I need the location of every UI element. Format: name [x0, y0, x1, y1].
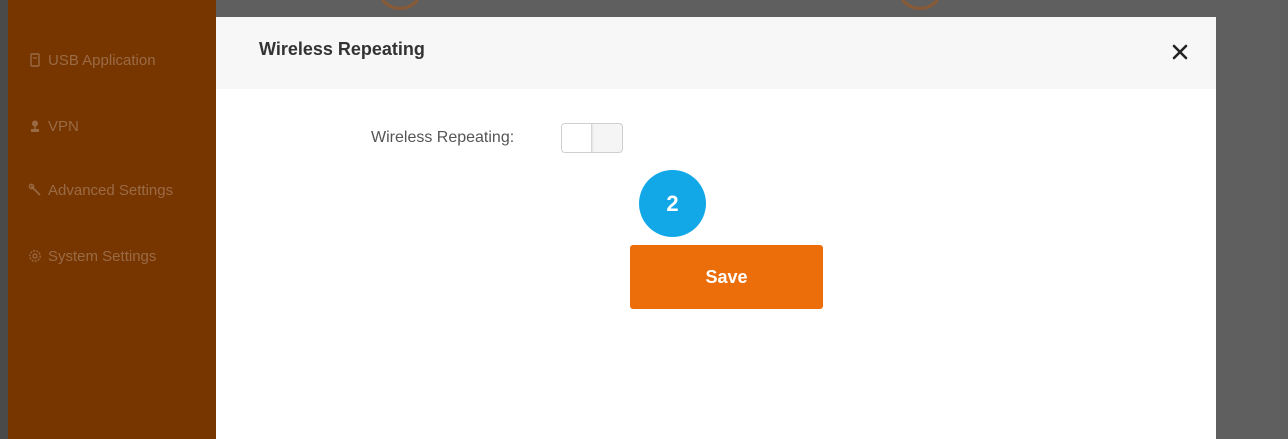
user-icon — [28, 119, 42, 133]
sidebar-item-label: USB Application — [48, 51, 156, 69]
close-icon[interactable] — [1172, 44, 1188, 60]
sidebar-item-advanced-settings[interactable]: Advanced Settings — [28, 180, 173, 200]
background-arc — [378, 0, 422, 10]
usb-icon — [28, 53, 42, 67]
dialog-header: Wireless Repeating — [216, 17, 1216, 89]
gear-icon — [28, 249, 42, 263]
sidebar-item-label: System Settings — [48, 247, 157, 265]
sidebar-item-vpn[interactable]: VPN — [28, 116, 79, 136]
wireless-repeating-toggle[interactable] — [561, 123, 623, 153]
wireless-repeating-label: Wireless Repeating: — [371, 129, 515, 146]
wrench-icon — [28, 183, 42, 197]
sidebar-item-label: VPN — [48, 117, 79, 135]
sidebar-item-system-settings[interactable]: System Settings — [28, 246, 156, 266]
dialog-title: Wireless Repeating — [259, 39, 425, 59]
sidebar-item-label: Advanced Settings — [48, 181, 174, 199]
wireless-repeating-dialog: Wireless Repeating Wireless Repeating: 2… — [216, 17, 1216, 439]
save-button[interactable]: Save — [630, 245, 823, 309]
background-arc — [898, 0, 942, 10]
toggle-knob — [562, 124, 592, 152]
sidebar: USB Application VPN Advanced Settings Sy… — [8, 0, 216, 439]
step-number-badge: 2 — [639, 170, 706, 237]
sidebar-item-usb-application[interactable]: USB Application — [28, 50, 156, 70]
window-edge — [0, 0, 8, 439]
